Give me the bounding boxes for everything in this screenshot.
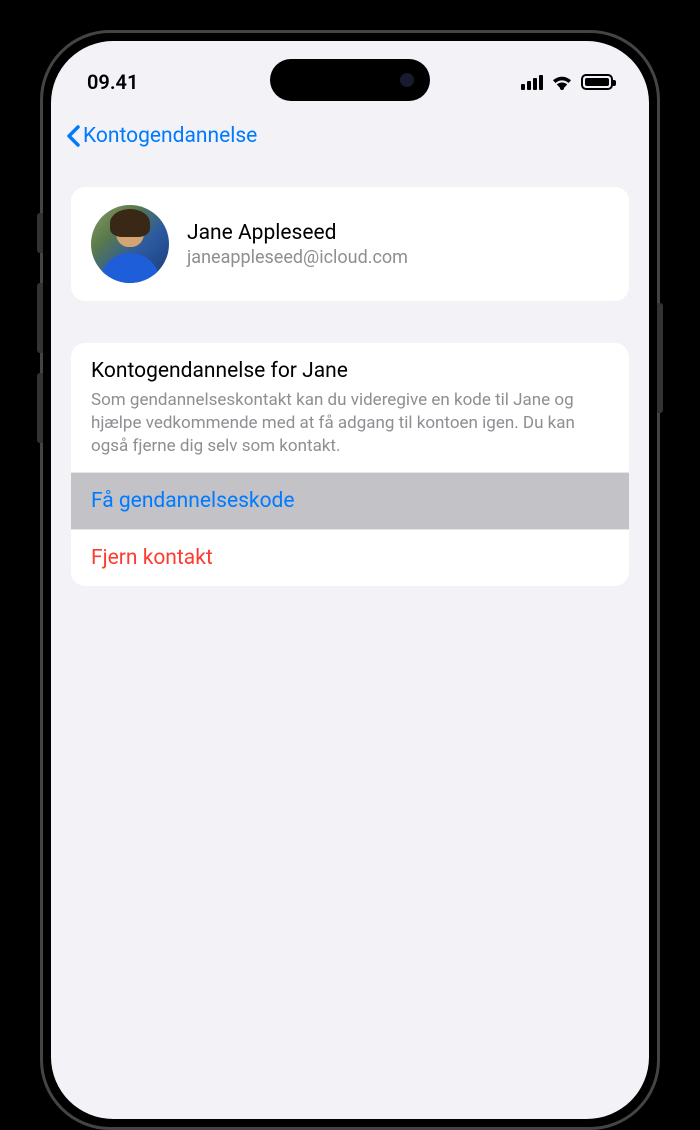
back-button[interactable]: Kontogendannelse [65, 124, 257, 148]
content-area: Jane Appleseed janeappleseed@icloud.com … [51, 161, 649, 612]
contact-email: janeappleseed@icloud.com [187, 247, 408, 268]
contact-card[interactable]: Jane Appleseed janeappleseed@icloud.com [71, 187, 629, 301]
get-recovery-code-button[interactable]: Få gendannelseskode [71, 472, 629, 529]
dynamic-island [270, 59, 430, 101]
volume-up-button [37, 283, 43, 353]
back-label: Kontogendannelse [83, 124, 257, 148]
phone-frame: 09.41 [40, 30, 660, 1130]
status-icons [521, 74, 613, 90]
section-header: Kontogendannelse for Jane Som gendannels… [71, 343, 629, 472]
contact-info: Jane Appleseed janeappleseed@icloud.com [187, 221, 408, 268]
power-button [657, 303, 663, 413]
navigation-bar: Kontogendannelse [51, 111, 649, 161]
remove-contact-button[interactable]: Fjern kontakt [71, 529, 629, 586]
avatar [91, 205, 169, 283]
volume-down-button [37, 373, 43, 443]
wifi-icon [551, 74, 573, 90]
silent-switch [37, 213, 43, 253]
screen: 09.41 [51, 41, 649, 1119]
recovery-section: Kontogendannelse for Jane Som gendannels… [71, 343, 629, 586]
chevron-left-icon [65, 124, 81, 148]
section-title: Kontogendannelse for Jane [91, 359, 609, 383]
battery-icon [581, 74, 613, 90]
status-time: 09.41 [87, 70, 138, 94]
contact-name: Jane Appleseed [187, 221, 408, 245]
section-description: Som gendannelseskontakt kan du videregiv… [91, 389, 609, 458]
cellular-signal-icon [521, 75, 543, 90]
